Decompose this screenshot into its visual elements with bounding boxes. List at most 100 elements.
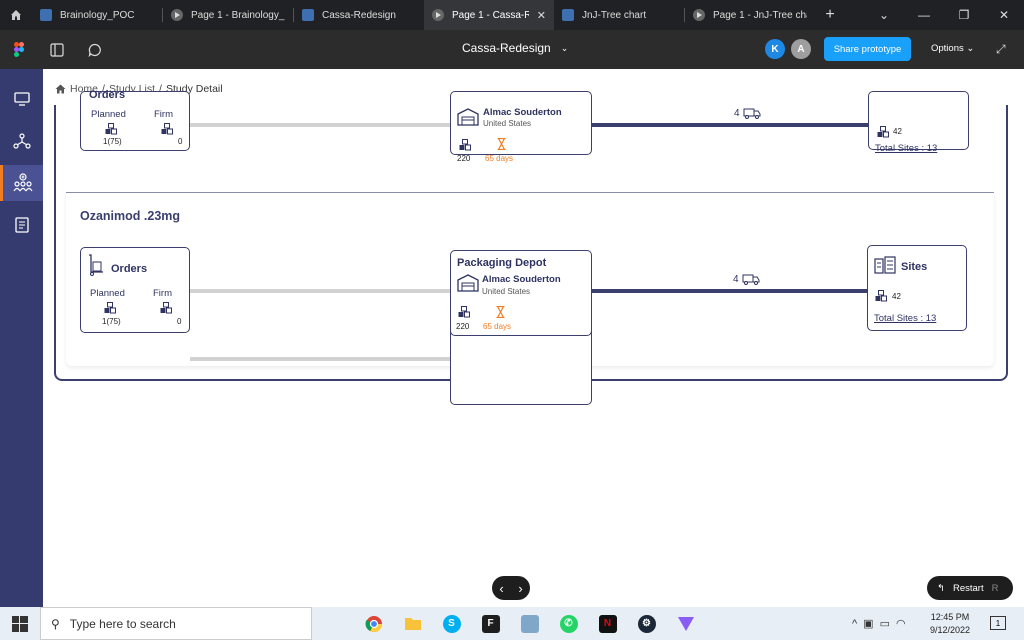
depot-name: Almac Souderton — [482, 274, 561, 285]
taskbar-search[interactable]: ⚲ Type here to search — [40, 607, 312, 640]
wifi-icon[interactable]: ◠ — [896, 617, 906, 630]
chevron-up-icon[interactable]: ^ — [852, 618, 857, 630]
hand-truck-icon — [87, 254, 105, 281]
warehouse-icon — [457, 108, 479, 131]
depot-card[interactable]: Almac Souderton United States 220 65 day… — [450, 91, 592, 163]
firm-label: Firm — [154, 109, 173, 120]
taskbar-clock[interactable]: 12:45 PM 9/12/2022 — [930, 611, 970, 637]
home-icon — [55, 84, 66, 94]
whatsapp-icon[interactable]: ✆ — [551, 607, 586, 640]
expand-icon[interactable]: ⤢ — [996, 42, 1006, 57]
depot-lead-time: 65 days — [485, 154, 514, 163]
chevron-down-icon: ⌄ — [560, 42, 569, 53]
comment-icon[interactable] — [76, 30, 114, 69]
sites-card[interactable]: 42 Total Sites : 13 — [868, 91, 969, 154]
restore-icon[interactable]: ❐ — [944, 0, 984, 30]
packaging-depot-card[interactable]: Packaging Depot Almac Souderton United S… — [450, 250, 592, 336]
sites-card[interactable]: Sites 42 Total Sites : 13 — [867, 245, 967, 331]
restart-icon: ↰ — [937, 582, 945, 594]
shipment-count: 4 — [734, 108, 761, 119]
total-sites-link[interactable]: Total Sites : 13 — [874, 313, 936, 324]
play-icon — [171, 9, 183, 21]
notification-icon[interactable]: 1 — [990, 616, 1006, 630]
figma-file-icon — [562, 9, 574, 21]
home-icon[interactable] — [0, 0, 32, 30]
close-icon[interactable]: ✕ — [537, 9, 546, 22]
tab-search-icon[interactable]: ⌄ — [864, 0, 904, 30]
chevron-right-icon[interactable]: › — [518, 581, 522, 596]
orders-card[interactable]: Orders Planned Firm 1(75) 0 — [80, 247, 190, 333]
chevron-left-icon[interactable]: ‹ — [499, 581, 503, 596]
connector-line — [190, 357, 450, 361]
play-icon — [693, 9, 705, 21]
sidebar-item-study[interactable] — [0, 165, 43, 201]
network-icon — [12, 133, 31, 149]
search-icon: ⚲ — [51, 616, 60, 631]
sidebar-item-network[interactable] — [0, 123, 43, 159]
options-menu[interactable]: Options ⌄ — [931, 43, 974, 54]
depot-lead-time: 65 days — [483, 322, 512, 331]
figma-app-icon[interactable]: F — [473, 607, 508, 640]
device-icon[interactable]: ▣ — [863, 617, 873, 630]
truck-icon — [743, 108, 761, 119]
sites-title: Sites — [901, 261, 928, 273]
figma-logo-icon[interactable] — [0, 30, 38, 69]
skype-icon[interactable]: S — [434, 607, 469, 640]
taskbar-apps: S F ✆ N ⚙ — [356, 607, 703, 640]
sites-quantity: 42 — [893, 127, 902, 136]
tab-page1-brainology[interactable]: Page 1 - Brainology_POC — [163, 0, 293, 30]
collaborator-avatars: K A — [765, 39, 811, 59]
restart-button[interactable]: ↰ Restart R — [927, 576, 1013, 600]
depot-quantity: 220 — [456, 322, 470, 331]
depot-country: United States — [482, 287, 531, 296]
app-sidebar — [0, 69, 43, 607]
chevron-down-icon: ⌄ — [966, 43, 975, 54]
window-controls: ⌄ — ❐ ✕ — [864, 0, 1024, 30]
figma-file-icon — [302, 9, 314, 21]
planned-label: Planned — [90, 288, 125, 299]
file-explorer-icon[interactable] — [395, 607, 430, 640]
minimize-icon[interactable]: — — [904, 0, 944, 30]
connector-line — [190, 123, 450, 127]
firm-value: 0 — [177, 317, 182, 326]
shipment-count: 4 — [733, 274, 760, 285]
connector-line — [190, 289, 450, 293]
sites-quantity: 42 — [892, 292, 901, 301]
new-tab-button[interactable]: + — [815, 6, 845, 24]
depot-country: United States — [483, 119, 532, 128]
total-sites-link[interactable]: Total Sites : 13 — [875, 143, 937, 154]
tab-brainology-poc[interactable]: Brainology_POC — [32, 0, 162, 30]
sidebar-toggle-icon[interactable] — [38, 30, 76, 69]
tab-page1-jnj[interactable]: Page 1 - JnJ-Tree chart — [685, 0, 815, 30]
tab-jnj-tree-chart[interactable]: JnJ-Tree chart — [554, 0, 684, 30]
netflix-icon[interactable]: N — [590, 607, 625, 640]
steam-icon[interactable]: ⚙ — [629, 607, 664, 640]
boxes-icon — [877, 125, 890, 143]
file-title[interactable]: Cassa-Redesign ⌄ — [462, 41, 568, 55]
document-icon — [14, 217, 29, 233]
prototype-canvas: Home / Study List / Study Detail Orders … — [0, 69, 1024, 607]
firm-label: Firm — [153, 288, 172, 299]
sidebar-item-reports[interactable] — [0, 207, 43, 243]
boxes-icon — [161, 122, 174, 140]
avatar[interactable]: A — [791, 39, 811, 59]
chrome-icon[interactable] — [356, 607, 391, 640]
monitor-icon — [13, 92, 30, 106]
firm-value: 0 — [178, 137, 183, 146]
orders-card[interactable]: Orders Planned Firm 1(75) 0 — [80, 89, 190, 151]
tab-page1-cassa[interactable]: Page 1 - Cassa-Redesign ✕ — [424, 0, 554, 30]
sidebar-item-dashboard[interactable] — [0, 81, 43, 117]
planned-label: Planned — [91, 109, 126, 120]
display-icon[interactable]: ▭ — [880, 617, 890, 630]
avatar[interactable]: K — [765, 39, 785, 59]
windows-start-icon[interactable] — [0, 607, 40, 640]
share-prototype-button[interactable]: Share prototype — [824, 37, 911, 61]
close-window-icon[interactable]: ✕ — [984, 0, 1024, 30]
depot-title: Packaging Depot — [457, 257, 547, 269]
shipment-line — [592, 123, 868, 127]
notepad-icon[interactable] — [512, 607, 547, 640]
planned-value: 1(75) — [102, 317, 121, 326]
triangle-app-icon[interactable] — [668, 607, 703, 640]
planned-value: 1(75) — [103, 137, 122, 146]
tab-cassa-redesign[interactable]: Cassa-Redesign — [294, 0, 424, 30]
